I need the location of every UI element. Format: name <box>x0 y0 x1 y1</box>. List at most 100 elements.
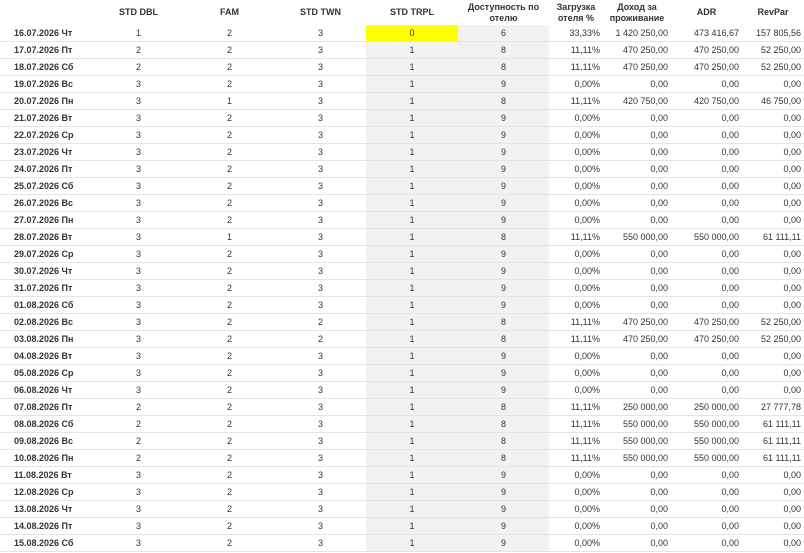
cell-revpar[interactable]: 0,00 <box>742 75 804 93</box>
cell-adr[interactable]: 470 250,00 <box>671 330 742 348</box>
cell-occupancy[interactable]: 0,00% <box>549 500 603 518</box>
cell-std-twn[interactable]: 3 <box>275 262 366 280</box>
cell-std-twn[interactable]: 3 <box>275 109 366 127</box>
cell-std-dbl[interactable]: 3 <box>93 279 184 297</box>
cell-adr[interactable]: 0,00 <box>671 296 742 314</box>
cell-adr[interactable]: 550 000,00 <box>671 432 742 450</box>
cell-availability[interactable]: 9 <box>458 194 549 212</box>
cell-revpar[interactable]: 61 111,11 <box>742 415 804 433</box>
cell-occupancy[interactable]: 11,11% <box>549 313 603 331</box>
cell-occupancy[interactable]: 11,11% <box>549 330 603 348</box>
cell-availability[interactable]: 9 <box>458 75 549 93</box>
cell-revenue[interactable]: 550 000,00 <box>603 228 671 246</box>
cell-availability[interactable]: 8 <box>458 58 549 76</box>
cell-std-twn[interactable]: 3 <box>275 279 366 297</box>
column-header-std-trpl[interactable]: STD TRPL <box>366 0 458 25</box>
cell-fam[interactable]: 2 <box>184 415 275 433</box>
cell-std-trpl[interactable]: 1 <box>366 466 458 484</box>
cell-std-trpl[interactable]: 1 <box>366 262 458 280</box>
column-header-occupancy[interactable]: Загрузка отеля % <box>549 0 603 25</box>
cell-adr[interactable]: 0,00 <box>671 211 742 229</box>
cell-occupancy[interactable]: 0,00% <box>549 534 603 552</box>
column-header-adr[interactable]: ADR <box>671 0 742 25</box>
cell-adr[interactable]: 0,00 <box>671 109 742 127</box>
cell-adr[interactable]: 0,00 <box>671 381 742 399</box>
column-header-revenue[interactable]: Доход за проживание <box>603 0 671 25</box>
column-header-availability[interactable]: Доступность по отелю <box>458 0 549 25</box>
cell-std-twn[interactable]: 3 <box>275 483 366 501</box>
cell-std-dbl[interactable]: 3 <box>93 245 184 263</box>
cell-revenue[interactable]: 550 000,00 <box>603 415 671 433</box>
cell-revpar[interactable]: 46 750,00 <box>742 92 804 110</box>
cell-revenue[interactable]: 0,00 <box>603 296 671 314</box>
cell-occupancy[interactable]: 0,00% <box>549 109 603 127</box>
cell-std-twn[interactable]: 2 <box>275 313 366 331</box>
cell-occupancy[interactable]: 0,00% <box>549 347 603 365</box>
cell-revenue[interactable]: 550 000,00 <box>603 449 671 467</box>
cell-revenue[interactable]: 1 420 250,00 <box>603 25 671 42</box>
cell-adr[interactable]: 470 250,00 <box>671 58 742 76</box>
cell-availability[interactable]: 9 <box>458 143 549 161</box>
cell-availability[interactable]: 8 <box>458 432 549 450</box>
cell-occupancy[interactable]: 0,00% <box>549 177 603 195</box>
cell-adr[interactable]: 0,00 <box>671 466 742 484</box>
cell-std-twn[interactable]: 3 <box>275 245 366 263</box>
cell-std-trpl[interactable]: 1 <box>366 483 458 501</box>
cell-std-dbl[interactable]: 3 <box>93 483 184 501</box>
cell-fam[interactable]: 2 <box>184 177 275 195</box>
cell-availability[interactable]: 9 <box>458 364 549 382</box>
cell-availability[interactable]: 9 <box>458 381 549 399</box>
cell-availability[interactable]: 8 <box>458 330 549 348</box>
cell-std-twn[interactable]: 3 <box>275 432 366 450</box>
cell-std-twn[interactable]: 3 <box>275 160 366 178</box>
cell-std-trpl[interactable]: 1 <box>366 109 458 127</box>
cell-occupancy[interactable]: 11,11% <box>549 449 603 467</box>
cell-occupancy[interactable]: 0,00% <box>549 160 603 178</box>
cell-revpar[interactable]: 0,00 <box>742 517 804 535</box>
cell-std-trpl[interactable]: 1 <box>366 296 458 314</box>
cell-revpar[interactable]: 0,00 <box>742 211 804 229</box>
cell-occupancy[interactable]: 0,00% <box>549 466 603 484</box>
cell-occupancy[interactable]: 11,11% <box>549 228 603 246</box>
cell-std-twn[interactable]: 3 <box>275 25 366 42</box>
cell-occupancy[interactable]: 11,11% <box>549 92 603 110</box>
cell-std-twn[interactable]: 3 <box>275 194 366 212</box>
cell-revenue[interactable]: 0,00 <box>603 143 671 161</box>
cell-adr[interactable]: 0,00 <box>671 177 742 195</box>
cell-std-twn[interactable]: 3 <box>275 500 366 518</box>
cell-adr[interactable]: 473 416,67 <box>671 25 742 42</box>
cell-revpar[interactable]: 0,00 <box>742 177 804 195</box>
cell-adr[interactable]: 0,00 <box>671 75 742 93</box>
cell-fam[interactable]: 2 <box>184 109 275 127</box>
cell-revpar[interactable]: 157 805,56 <box>742 25 804 42</box>
cell-std-trpl[interactable]: 1 <box>366 245 458 263</box>
cell-fam[interactable]: 2 <box>184 58 275 76</box>
cell-availability[interactable]: 8 <box>458 228 549 246</box>
cell-std-trpl[interactable]: 1 <box>366 211 458 229</box>
cell-std-twn[interactable]: 3 <box>275 143 366 161</box>
cell-std-dbl[interactable]: 3 <box>93 347 184 365</box>
cell-occupancy[interactable]: 0,00% <box>549 245 603 263</box>
cell-occupancy[interactable]: 11,11% <box>549 398 603 416</box>
cell-revpar[interactable]: 0,00 <box>742 109 804 127</box>
cell-occupancy[interactable]: 0,00% <box>549 126 603 144</box>
cell-revpar[interactable]: 61 111,11 <box>742 432 804 450</box>
cell-occupancy[interactable]: 11,11% <box>549 41 603 59</box>
cell-revenue[interactable]: 0,00 <box>603 75 671 93</box>
cell-adr[interactable]: 250 000,00 <box>671 398 742 416</box>
cell-fam[interactable]: 2 <box>184 25 275 42</box>
cell-std-trpl[interactable]: 1 <box>366 279 458 297</box>
cell-revenue[interactable]: 470 250,00 <box>603 58 671 76</box>
cell-availability[interactable]: 9 <box>458 177 549 195</box>
cell-revenue[interactable]: 0,00 <box>603 109 671 127</box>
cell-std-trpl[interactable]: 1 <box>366 58 458 76</box>
cell-std-twn[interactable]: 3 <box>275 381 366 399</box>
cell-occupancy[interactable]: 0,00% <box>549 194 603 212</box>
cell-revenue[interactable]: 0,00 <box>603 534 671 552</box>
cell-std-dbl[interactable]: 3 <box>93 364 184 382</box>
cell-std-dbl[interactable]: 3 <box>93 313 184 331</box>
cell-revpar[interactable]: 52 250,00 <box>742 313 804 331</box>
cell-revpar[interactable]: 0,00 <box>742 262 804 280</box>
cell-std-dbl[interactable]: 2 <box>93 432 184 450</box>
cell-fam[interactable]: 2 <box>184 160 275 178</box>
